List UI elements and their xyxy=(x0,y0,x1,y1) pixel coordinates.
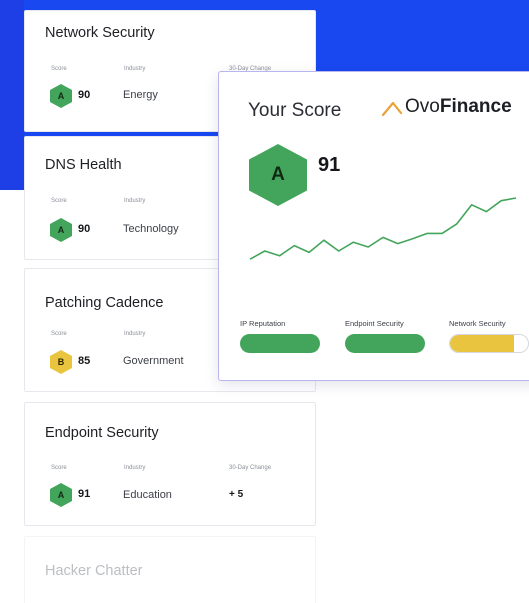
change-value: + 5 xyxy=(229,489,244,500)
card-hacker-chatter[interactable]: Hacker Chatter xyxy=(24,536,316,603)
brand-bold: Finance xyxy=(439,96,512,117)
score-label: Score xyxy=(51,198,67,204)
industry-value: Education xyxy=(123,489,172,501)
metric-bar xyxy=(345,334,425,353)
metric-label: IP Reputation xyxy=(240,319,286,328)
score-label: Score xyxy=(51,465,67,471)
metric-bar xyxy=(449,334,529,353)
industry-value: Technology xyxy=(123,223,179,235)
metric-label: Endpoint Security xyxy=(345,319,404,328)
grade-badge: B xyxy=(50,350,72,374)
metric-label: Network Security xyxy=(449,319,506,328)
metric-bar xyxy=(240,334,320,353)
card-title: Network Security xyxy=(45,25,155,41)
metric-bar-fill xyxy=(450,335,514,352)
score-value: 90 xyxy=(78,89,91,101)
card-endpoint-security[interactable]: Endpoint Security Score Industry 30-Day … xyxy=(24,402,316,526)
background-band-notch xyxy=(0,0,24,190)
score-label: Score xyxy=(51,66,67,72)
score-trend-chart xyxy=(249,197,517,260)
card-title: Endpoint Security xyxy=(45,425,159,441)
score-label: Score xyxy=(51,331,67,337)
score-value: 90 xyxy=(78,223,91,235)
trend-line xyxy=(249,197,517,260)
your-score-label: Your Score xyxy=(248,100,342,121)
change-label: 30-Day Change xyxy=(229,465,272,471)
score-value: 85 xyxy=(78,355,91,367)
overall-score-value: 91 xyxy=(318,154,341,176)
brand-prefix: Ovo xyxy=(405,96,440,117)
score-value: 91 xyxy=(78,488,91,500)
industry-label: Industry xyxy=(124,198,146,204)
card-title: Hacker Chatter xyxy=(45,563,143,579)
card-title: DNS Health xyxy=(45,157,122,173)
your-score-popup: Your Score OvoFinance A 91 IP Reputation… xyxy=(218,71,529,381)
industry-value: Government xyxy=(123,355,184,367)
industry-label: Industry xyxy=(124,66,146,72)
industry-label: Industry xyxy=(124,465,146,471)
grade-badge: A xyxy=(50,483,72,507)
card-title: Patching Cadence xyxy=(45,295,164,311)
grade-badge: A xyxy=(50,84,72,108)
industry-label: Industry xyxy=(124,331,146,337)
grade-badge: A xyxy=(50,218,72,242)
brand-name: OvoFinance xyxy=(405,96,512,118)
industry-value: Energy xyxy=(123,89,158,101)
